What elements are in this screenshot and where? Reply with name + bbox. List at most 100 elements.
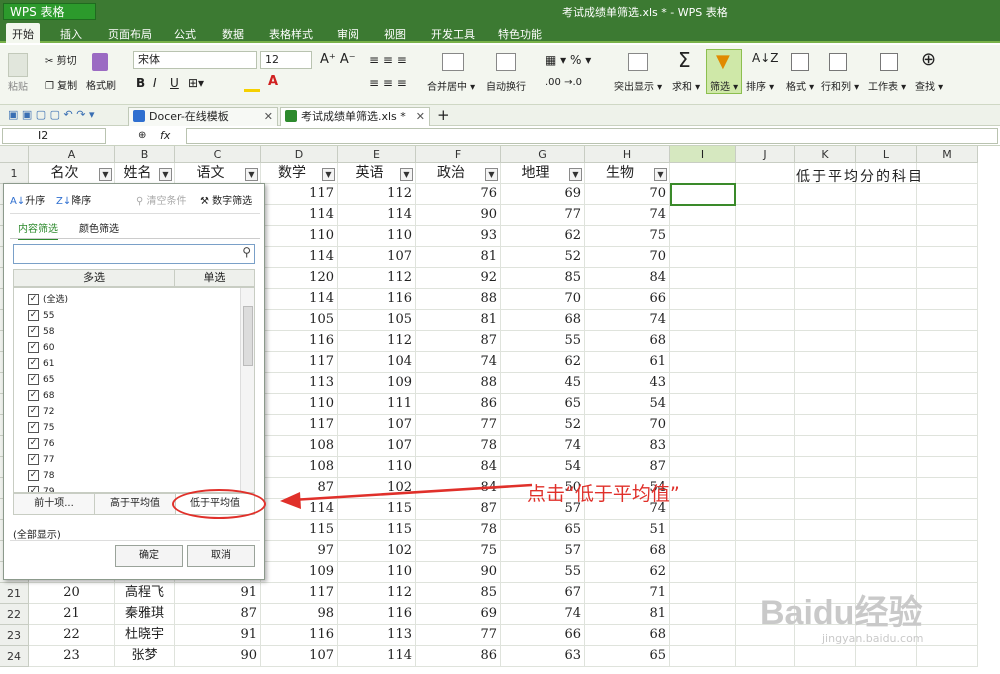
table-cell[interactable]: 75: [416, 541, 501, 562]
table-cell[interactable]: 117: [261, 184, 338, 205]
empty-cell[interactable]: [795, 226, 856, 247]
empty-cell[interactable]: [917, 373, 978, 394]
table-cell[interactable]: 74: [585, 205, 670, 226]
empty-cell[interactable]: [856, 289, 917, 310]
checkbox-icon[interactable]: ✓: [28, 310, 39, 321]
font-color-icon[interactable]: A: [268, 74, 278, 89]
empty-cell[interactable]: [795, 310, 856, 331]
empty-cell[interactable]: [736, 520, 795, 541]
table-cell[interactable]: 90: [175, 646, 261, 667]
table-cell[interactable]: 68: [501, 310, 585, 331]
column-header-e[interactable]: E: [338, 146, 416, 163]
multi-select-header[interactable]: 多选: [13, 269, 175, 287]
table-cell[interactable]: 65: [501, 520, 585, 541]
menu-home[interactable]: 开始: [6, 23, 40, 43]
table-cell[interactable]: 114: [261, 247, 338, 268]
checkbox-icon[interactable]: ✓: [28, 470, 39, 481]
clear-filter-button[interactable]: ⚲ 清空条件: [136, 192, 187, 207]
empty-cell[interactable]: [670, 373, 736, 394]
empty-cell[interactable]: [670, 163, 736, 184]
table-cell[interactable]: 57: [501, 541, 585, 562]
filter-dropdown-icon[interactable]: ▼: [654, 168, 667, 181]
empty-cell[interactable]: [917, 499, 978, 520]
empty-cell[interactable]: [917, 205, 978, 226]
empty-cell[interactable]: [795, 184, 856, 205]
table-cell[interactable]: 117: [261, 352, 338, 373]
checkbox-icon[interactable]: ✓: [28, 374, 39, 385]
empty-cell[interactable]: [736, 226, 795, 247]
empty-cell[interactable]: [736, 541, 795, 562]
filter-list-item[interactable]: ✓ 79: [28, 484, 54, 492]
single-select-header[interactable]: 单选: [174, 269, 255, 287]
checkbox-icon[interactable]: ✓: [28, 422, 39, 433]
ok-button[interactable]: 确定: [115, 545, 183, 567]
table-cell[interactable]: 23: [29, 646, 115, 667]
menu-data[interactable]: 数据: [222, 26, 244, 42]
table-cell[interactable]: 76: [416, 184, 501, 205]
table-cell[interactable]: 93: [416, 226, 501, 247]
table-cell[interactable]: 110: [261, 394, 338, 415]
empty-cell[interactable]: [736, 415, 795, 436]
menu-view[interactable]: 视图: [384, 26, 406, 42]
empty-cell[interactable]: [670, 268, 736, 289]
filter-button[interactable]: 筛选 ▾: [710, 78, 738, 93]
table-cell[interactable]: 81: [585, 604, 670, 625]
underline-button[interactable]: U: [170, 76, 179, 90]
empty-cell[interactable]: [736, 184, 795, 205]
copy-button[interactable]: ❐ 复制: [45, 77, 77, 92]
empty-cell[interactable]: [917, 268, 978, 289]
table-cell[interactable]: 22: [29, 625, 115, 646]
column-header-j[interactable]: J: [736, 146, 795, 163]
table-cell[interactable]: 51: [585, 520, 670, 541]
table-cell[interactable]: 83: [585, 436, 670, 457]
checkbox-icon[interactable]: ✓: [28, 454, 39, 465]
empty-cell[interactable]: [917, 625, 978, 646]
empty-cell[interactable]: [856, 331, 917, 352]
empty-cell[interactable]: [670, 310, 736, 331]
row-header[interactable]: 1: [0, 163, 29, 184]
empty-cell[interactable]: [795, 373, 856, 394]
empty-cell[interactable]: [795, 394, 856, 415]
empty-cell[interactable]: [917, 541, 978, 562]
table-cell[interactable]: 81: [416, 247, 501, 268]
filter-dropdown-icon[interactable]: ▼: [322, 168, 335, 181]
table-cell[interactable]: 114: [338, 205, 416, 226]
paste-button[interactable]: 粘贴: [8, 78, 28, 93]
empty-cell[interactable]: [670, 436, 736, 457]
table-cell[interactable]: 87: [175, 604, 261, 625]
above-average-button[interactable]: 高于平均值: [94, 493, 176, 515]
empty-cell[interactable]: [670, 457, 736, 478]
empty-cell[interactable]: [917, 436, 978, 457]
table-cell[interactable]: 74: [501, 604, 585, 625]
close-icon[interactable]: ✕: [416, 108, 425, 125]
table-cell[interactable]: 43: [585, 373, 670, 394]
empty-cell[interactable]: [856, 394, 917, 415]
table-cell[interactable]: 86: [416, 394, 501, 415]
empty-cell[interactable]: [670, 499, 736, 520]
empty-cell[interactable]: [917, 583, 978, 604]
table-cell[interactable]: 70: [501, 289, 585, 310]
empty-cell[interactable]: [795, 520, 856, 541]
wrap-text-button[interactable]: 自动换行: [486, 78, 526, 93]
table-cell[interactable]: 84: [416, 457, 501, 478]
empty-cell[interactable]: [736, 310, 795, 331]
table-cell[interactable]: 110: [261, 226, 338, 247]
empty-cell[interactable]: [917, 520, 978, 541]
table-cell[interactable]: 115: [338, 520, 416, 541]
filter-dropdown-icon[interactable]: ▼: [99, 168, 112, 181]
empty-cell[interactable]: [917, 289, 978, 310]
table-cell[interactable]: 78: [416, 436, 501, 457]
empty-cell[interactable]: [917, 394, 978, 415]
table-cell[interactable]: 112: [338, 268, 416, 289]
empty-cell[interactable]: [856, 520, 917, 541]
menu-page-layout[interactable]: 页面布局: [108, 26, 152, 42]
empty-cell[interactable]: [856, 373, 917, 394]
empty-cell[interactable]: [917, 247, 978, 268]
table-cell[interactable]: 111: [338, 394, 416, 415]
filter-list-item[interactable]: ✓ 75: [28, 420, 54, 436]
empty-cell[interactable]: [917, 562, 978, 583]
empty-cell[interactable]: [856, 247, 917, 268]
fx-icon[interactable]: fx: [160, 129, 170, 142]
table-cell[interactable]: 113: [261, 373, 338, 394]
empty-cell[interactable]: [670, 415, 736, 436]
